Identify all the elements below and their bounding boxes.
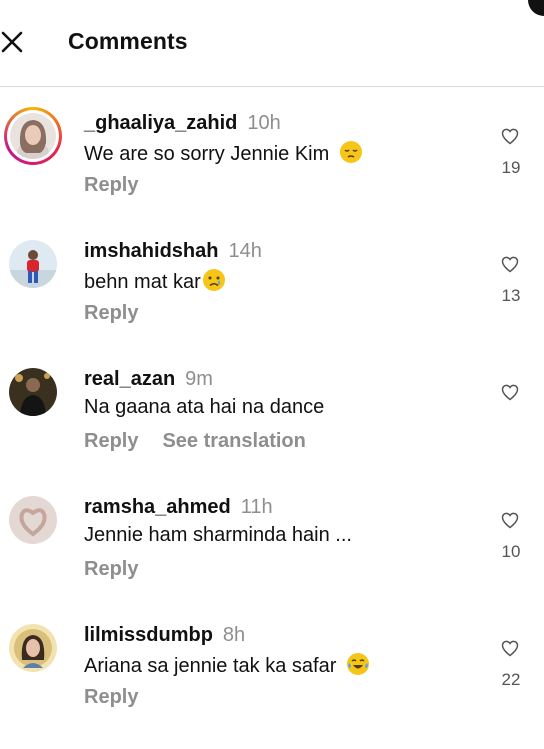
comment-text: Jennie ham sharminda hain ... [84, 524, 352, 546]
comment-username[interactable]: ramsha_ahmed 11h [84, 496, 273, 519]
comment-actions: Reply [84, 302, 138, 325]
avatar[interactable] [9, 240, 57, 288]
comment-text: Ariana sa jennie tak ka safar [84, 652, 370, 678]
heart-icon[interactable] [500, 126, 520, 146]
heart-icon[interactable] [500, 254, 520, 274]
avatar[interactable] [9, 368, 57, 416]
like-count: 22 [501, 670, 521, 689]
comment-username[interactable]: real_azan 9m [84, 368, 213, 391]
reply-button[interactable]: Reply [84, 558, 138, 580]
like-count: 13 [501, 286, 521, 305]
like-count: 10 [501, 542, 521, 561]
reply-button[interactable]: Reply [84, 430, 138, 452]
comment-actions: Reply See translation [84, 430, 306, 453]
see-translation-button[interactable]: See translation [162, 430, 305, 452]
comment-item: real_azan 9m Na gaana ata hai na dance Re… [0, 344, 544, 472]
heart-icon[interactable] [500, 382, 520, 402]
reply-button[interactable]: Reply [84, 174, 138, 196]
comment-time: 9m [185, 368, 213, 390]
close-icon[interactable] [0, 30, 24, 54]
avatar[interactable] [4, 107, 62, 165]
comment-actions: Reply [84, 174, 138, 197]
avatar[interactable] [9, 496, 57, 544]
comment-item: imshahidshah 14h behn mat kar Reply 13 [0, 216, 544, 344]
comment-username[interactable]: imshahidshah 14h [84, 240, 262, 263]
comment-time: 14h [228, 240, 262, 262]
comment-time: 11h [240, 496, 273, 518]
comment-time: 10h [247, 112, 281, 134]
comment-actions: Reply [84, 686, 138, 709]
tears-of-joy-icon [346, 653, 369, 675]
crying-face-icon [202, 269, 225, 291]
heart-icon[interactable] [500, 510, 520, 530]
avatar[interactable] [9, 624, 57, 672]
reply-button[interactable]: Reply [84, 302, 138, 324]
heart-icon[interactable] [500, 638, 520, 658]
comment-text: behn mat kar [84, 268, 226, 294]
comment-username[interactable]: lilmissdumbp 8h [84, 624, 245, 647]
comment-text: Na gaana ata hai na dance [84, 396, 325, 418]
like-count: 19 [501, 158, 521, 177]
comment-time: 8h [222, 624, 246, 646]
comment-item: ramsha_ahmed 11h Jennie ham sharminda hai… [0, 472, 544, 600]
pensive-face-icon [339, 141, 362, 163]
comment-username[interactable]: _ghaaliya_zahid 10h [84, 112, 281, 135]
comment-item: lilmissdumbp 8h Ariana sa jennie tak ka s… [0, 600, 544, 728]
comments-header: Comments [0, 0, 544, 87]
reply-button[interactable]: Reply [84, 686, 138, 708]
comment-text: We are so sorry Jennie Kim [84, 140, 363, 166]
comment-item: _ghaaliya_zahid 10h We are so sorry Jenni… [0, 88, 544, 216]
page-title: Comments [68, 28, 188, 54]
comment-actions: Reply [84, 558, 138, 581]
